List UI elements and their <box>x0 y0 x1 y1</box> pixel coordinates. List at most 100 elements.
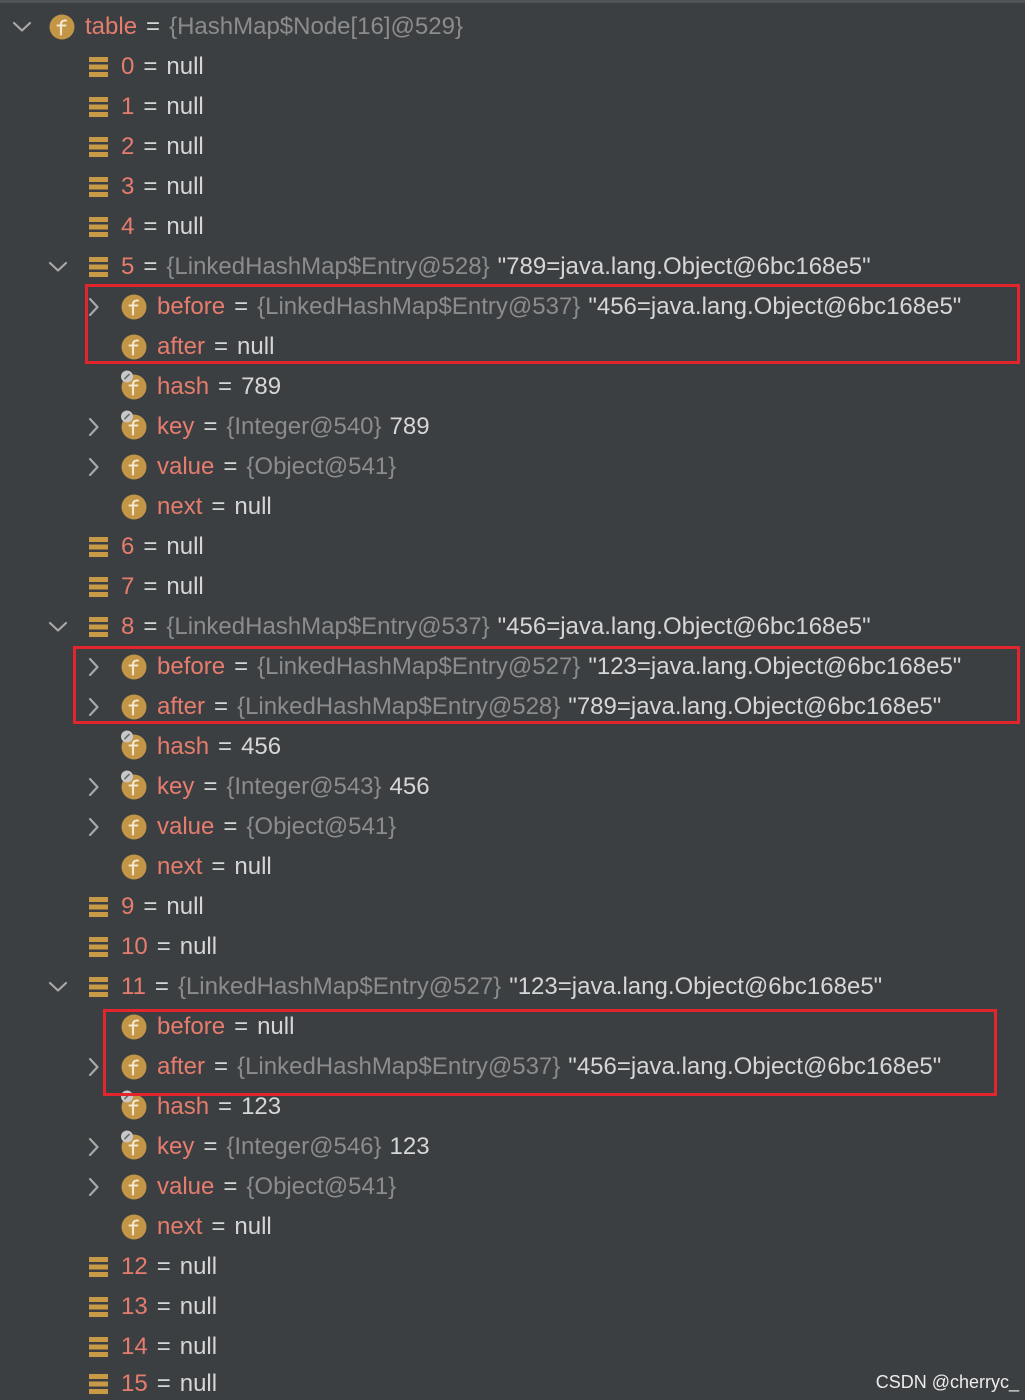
variables-tree[interactable]: table = {HashMap$Node[16]@529} 0 = null 1 = null… <box>0 7 1025 1400</box>
variable-name: next <box>157 853 203 880</box>
variable-row-9[interactable]: 9 = null <box>0 887 1025 927</box>
chevron-right-icon[interactable] <box>82 455 106 479</box>
chevron-right-icon[interactable] <box>82 1135 106 1159</box>
field-icon <box>121 1090 147 1120</box>
field-icon <box>121 370 147 400</box>
variable-row-next[interactable]: next = null <box>0 1207 1025 1247</box>
variable-row-key[interactable]: key = {Integer@546} 123 <box>0 1127 1025 1167</box>
variable-row-8[interactable]: 8 = {LinkedHashMap$Entry@537} "456=java.lan… <box>0 607 1025 647</box>
assign-operator: = <box>143 253 158 280</box>
chevron-down-icon[interactable] <box>10 15 34 39</box>
variable-name: next <box>157 1213 203 1240</box>
assign-operator: = <box>211 1213 226 1240</box>
assign-operator: = <box>156 933 171 960</box>
variable-row-value[interactable]: value = {Object@541} <box>0 447 1025 487</box>
field-icon <box>49 14 75 40</box>
chevron-right-icon[interactable] <box>82 295 106 319</box>
variable-row-after[interactable]: after = null <box>0 327 1025 367</box>
final-badge-icon <box>121 770 133 783</box>
variable-name: value <box>157 1173 215 1200</box>
variable-name: 0 <box>121 53 135 80</box>
chevron-right-icon[interactable] <box>82 695 106 719</box>
variable-row-10[interactable]: 10 = null <box>0 927 1025 967</box>
assign-operator: = <box>234 653 249 680</box>
variable-value: 456 <box>389 773 430 800</box>
variable-row-1[interactable]: 1 = null <box>0 87 1025 127</box>
variable-name: 14 <box>121 1333 148 1360</box>
variable-row-next[interactable]: next = null <box>0 847 1025 887</box>
variable-row-5[interactable]: 5 = {LinkedHashMap$Entry@528} "789=java.lan… <box>0 247 1025 287</box>
variable-row-hash[interactable]: hash = 456 <box>0 727 1025 767</box>
variable-name: hash <box>157 1093 210 1120</box>
variable-row-4[interactable]: 4 = null <box>0 207 1025 247</box>
variable-name: 6 <box>121 533 135 560</box>
assign-operator: = <box>218 373 233 400</box>
variable-type: {LinkedHashMap$Entry@527} <box>177 973 502 1000</box>
chevron-right-icon[interactable] <box>82 1055 106 1079</box>
variable-name: 8 <box>121 613 135 640</box>
variable-value: "123=java.lang.Object@6bc168e5" <box>509 973 883 1000</box>
variable-row-key[interactable]: key = {Integer@543} 456 <box>0 767 1025 807</box>
variable-row-15[interactable]: 15 = null <box>0 1367 1025 1400</box>
variable-row-next[interactable]: next = null <box>0 487 1025 527</box>
highlighted-group: before = {LinkedHashMap$Entry@537} "456=jav… <box>0 284 1025 367</box>
variable-row-before[interactable]: before = {LinkedHashMap$Entry@537} "456=jav… <box>0 287 1025 327</box>
variable-value: null <box>234 493 272 520</box>
field-icon <box>121 1130 147 1160</box>
variable-row-hash[interactable]: hash = 789 <box>0 367 1025 407</box>
chevron-down-icon[interactable] <box>46 975 70 999</box>
variable-row-key[interactable]: key = {Integer@540} 789 <box>0 407 1025 447</box>
field-icon <box>121 494 147 520</box>
variable-name: after <box>157 693 206 720</box>
variable-type: {HashMap$Node[16]@529} <box>169 13 463 40</box>
variable-row-6[interactable]: 6 = null <box>0 527 1025 567</box>
field-icon <box>121 1054 147 1080</box>
variable-name: key <box>157 773 195 800</box>
variable-row-hash[interactable]: hash = 123 <box>0 1087 1025 1127</box>
array-element-icon <box>89 617 108 637</box>
variable-row-table[interactable]: table = {HashMap$Node[16]@529} <box>0 7 1025 47</box>
variable-name: 13 <box>121 1293 148 1320</box>
assign-operator: = <box>146 13 161 40</box>
variable-name: before <box>157 653 226 680</box>
chevron-right-icon[interactable] <box>82 655 106 679</box>
variable-row-after[interactable]: after = {LinkedHashMap$Entry@528} "789=java… <box>0 687 1025 727</box>
chevron-down-icon[interactable] <box>46 615 70 639</box>
variable-row-2[interactable]: 2 = null <box>0 127 1025 167</box>
variable-row-13[interactable]: 13 = null <box>0 1287 1025 1327</box>
chevron-right-icon[interactable] <box>82 775 106 799</box>
variable-name: before <box>157 1013 226 1040</box>
watermark: CSDN @cherryc_ <box>875 1372 1019 1392</box>
variable-row-value[interactable]: value = {Object@541} <box>0 1167 1025 1207</box>
variable-row-after[interactable]: after = {LinkedHashMap$Entry@537} "456=java… <box>0 1047 1025 1087</box>
array-element-icon <box>89 1337 108 1357</box>
chevron-right-icon[interactable] <box>82 1175 106 1199</box>
variable-row-12[interactable]: 12 = null <box>0 1247 1025 1287</box>
variable-row-7[interactable]: 7 = null <box>0 567 1025 607</box>
array-element-icon <box>89 1373 108 1394</box>
variable-row-14[interactable]: 14 = null <box>0 1327 1025 1367</box>
variable-row-before[interactable]: before = null <box>0 1007 1025 1047</box>
variable-row-0[interactable]: 0 = null <box>0 47 1025 87</box>
final-badge-icon <box>121 370 133 383</box>
field-icon <box>121 854 147 880</box>
variable-value: null <box>166 213 204 240</box>
chevron-down-icon[interactable] <box>46 255 70 279</box>
variable-value: 789 <box>389 413 430 440</box>
variable-row-before[interactable]: before = {LinkedHashMap$Entry@527} "123=jav… <box>0 647 1025 687</box>
array-element-icon <box>89 177 108 197</box>
variable-value: "456=java.lang.Object@6bc168e5" <box>497 613 871 640</box>
variable-value: null <box>179 1253 218 1280</box>
variable-row-11[interactable]: 11 = {LinkedHashMap$Entry@527} "123=java.la… <box>0 967 1025 1007</box>
chevron-right-icon[interactable] <box>82 415 106 439</box>
variable-value: "789=java.lang.Object@6bc168e5" <box>568 693 942 720</box>
highlighted-group: before = {LinkedHashMap$Entry@527} "123=jav… <box>0 646 1025 727</box>
variable-row-3[interactable]: 3 = null <box>0 167 1025 207</box>
variable-row-value[interactable]: value = {Object@541} <box>0 807 1025 847</box>
chevron-right-icon[interactable] <box>82 815 106 839</box>
variable-name: 1 <box>121 93 135 120</box>
